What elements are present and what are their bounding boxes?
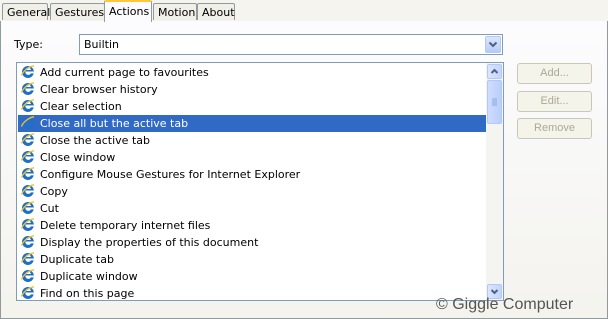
internet-explorer-icon: [21, 82, 35, 95]
tab-strip: General Gestures Actions Motion About: [0, 0, 608, 22]
internet-explorer-icon: [21, 201, 35, 214]
internet-explorer-icon: [21, 167, 35, 180]
list-item-label: Copy: [40, 185, 68, 198]
list-item-label: Duplicate window: [40, 270, 138, 283]
watermark: © Giggle Computer: [436, 296, 574, 313]
list-item[interactable]: Add current page to favourites: [18, 64, 487, 81]
type-dropdown-value: Builtin: [84, 38, 119, 51]
list-item[interactable]: Close window: [18, 149, 487, 166]
chevron-up-icon: [490, 68, 499, 74]
internet-explorer-icon: [21, 286, 35, 299]
actions-listbox[interactable]: Add current page to favourites Clear bro…: [16, 62, 504, 301]
list-item[interactable]: Clear browser history: [18, 81, 487, 98]
list-item-label: Add current page to favourites: [40, 66, 209, 79]
list-item-label: Display the properties of this document: [40, 236, 259, 249]
list-item[interactable]: Duplicate window: [18, 268, 487, 285]
list-item-label: Close the active tab: [40, 134, 150, 147]
list-item[interactable]: Close all but the active tab: [18, 115, 487, 132]
actions-list: Add current page to favourites Clear bro…: [18, 64, 487, 300]
chevron-down-icon[interactable]: [485, 36, 501, 53]
list-item-label: Duplicate tab: [40, 253, 114, 266]
tab-motion[interactable]: Motion: [153, 3, 197, 20]
internet-explorer-icon: [21, 99, 35, 112]
list-item[interactable]: Duplicate tab: [18, 251, 487, 268]
internet-explorer-icon: [21, 252, 35, 265]
list-item[interactable]: Configure Mouse Gestures for Internet Ex…: [18, 166, 487, 183]
tab-general[interactable]: General: [2, 3, 50, 20]
tab-gestures[interactable]: Gestures: [50, 3, 105, 20]
internet-explorer-icon: [21, 150, 35, 163]
internet-explorer-icon: [21, 269, 35, 282]
list-item[interactable]: Copy: [18, 183, 487, 200]
edit-button[interactable]: Edit...: [517, 91, 592, 112]
tab-about[interactable]: About: [197, 3, 235, 20]
list-item-label: Clear browser history: [40, 83, 158, 96]
list-item-label: Close window: [40, 151, 116, 164]
vertical-scrollbar[interactable]: [486, 63, 503, 300]
list-item[interactable]: Delete temporary internet files: [18, 217, 487, 234]
list-item-label: Configure Mouse Gestures for Internet Ex…: [40, 168, 301, 181]
scroll-thumb[interactable]: [487, 80, 502, 124]
list-item[interactable]: Close the active tab: [18, 132, 487, 149]
list-item-label: Clear selection: [40, 100, 122, 113]
list-item[interactable]: Display the properties of this document: [18, 234, 487, 251]
list-item[interactable]: Cut: [18, 200, 487, 217]
list-item-label: Delete temporary internet files: [40, 219, 211, 232]
list-item[interactable]: Clear selection: [18, 98, 487, 115]
type-dropdown[interactable]: Builtin: [79, 34, 503, 55]
tab-actions[interactable]: Actions: [104, 0, 152, 22]
internet-explorer-icon: [21, 218, 35, 231]
list-item-label: Close all but the active tab: [40, 117, 189, 130]
internet-explorer-icon: [21, 184, 35, 197]
internet-explorer-icon: [21, 65, 35, 78]
scroll-up-button[interactable]: [487, 64, 502, 79]
internet-explorer-icon: [21, 116, 35, 129]
grip-icon: [492, 98, 497, 106]
list-item-label: Find on this page: [40, 287, 135, 300]
internet-explorer-icon: [21, 133, 35, 146]
add-button[interactable]: Add...: [517, 63, 592, 84]
type-label: Type:: [14, 38, 43, 51]
list-item-label: Cut: [40, 202, 59, 215]
remove-button[interactable]: Remove: [517, 118, 592, 139]
list-item[interactable]: Find on this page: [18, 285, 487, 300]
internet-explorer-icon: [21, 235, 35, 248]
